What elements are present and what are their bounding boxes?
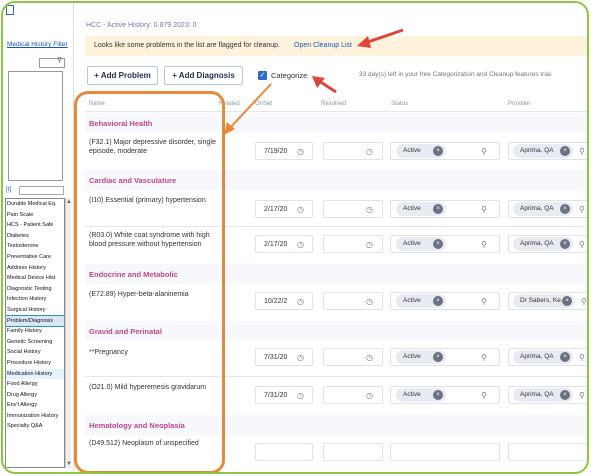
annotation-arrows bbox=[224, 28, 404, 135]
red-arrow-icon bbox=[357, 28, 404, 48]
annotation-layer bbox=[3, 3, 587, 472]
red-arrow-icon bbox=[312, 76, 337, 94]
window-frame: Medical History Filter ⚲ [t] Durable Med… bbox=[1, 1, 589, 474]
orange-arrow-icon bbox=[224, 83, 272, 135]
